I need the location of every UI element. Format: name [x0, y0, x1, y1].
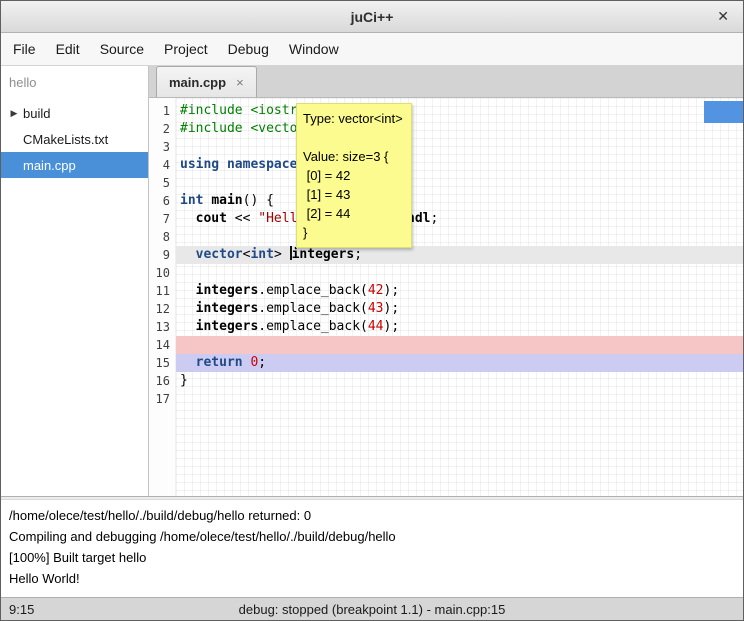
line-number[interactable]: 13 [149, 318, 175, 336]
code-line-4[interactable]: using namespace std; [176, 156, 743, 174]
app-window: juCi++ ✕ File Edit Source Project Debug … [0, 0, 744, 621]
line-number[interactable]: 9 [149, 246, 175, 264]
editor-pane: main.cpp × 1234567891011121314151617 #in… [149, 66, 743, 496]
tooltip-line: Type: vector<int> [303, 109, 405, 128]
tab-label: main.cpp [169, 75, 226, 90]
code-token: vector [196, 247, 243, 262]
tooltip-line: [1] = 43 [303, 185, 405, 204]
code-line-1[interactable]: #include <iostream> [176, 102, 743, 120]
menu-file[interactable]: File [3, 33, 46, 65]
tabbar: main.cpp × [149, 66, 743, 98]
code-line-2[interactable]: #include <vector> [176, 120, 743, 138]
code-line-13[interactable]: integers.emplace_back(44); [176, 318, 743, 336]
tree-item-build[interactable]: ▶ build [1, 100, 148, 126]
line-number[interactable]: 8 [149, 228, 175, 246]
tooltip-line: [2] = 44 [303, 204, 405, 223]
code-editor[interactable]: 1234567891011121314151617 #include <iost… [149, 98, 743, 496]
code-token: return [196, 355, 243, 370]
cursor-position: 9:15 [1, 602, 34, 617]
code-line-10[interactable] [176, 264, 743, 282]
statusbar: 9:15 debug: stopped (breakpoint 1.1) - m… [1, 597, 743, 620]
debug-status: debug: stopped (breakpoint 1.1) - main.c… [1, 602, 743, 617]
menu-debug[interactable]: Debug [218, 33, 279, 65]
terminal-output: /home/olece/test/hello/./build/debug/hel… [1, 500, 743, 597]
tab-main-cpp[interactable]: main.cpp × [156, 66, 257, 97]
code-token: int [180, 193, 203, 208]
menu-edit[interactable]: Edit [46, 33, 90, 65]
titlebar: juCi++ ✕ [1, 1, 743, 33]
code-line-12[interactable]: integers.emplace_back(43); [176, 300, 743, 318]
gutter: 1234567891011121314151617 [149, 98, 176, 496]
line-number[interactable]: 5 [149, 174, 175, 192]
menubar: File Edit Source Project Debug Window [1, 33, 743, 66]
code-line-7[interactable]: cout << "Hello World!" << endl; [176, 210, 743, 228]
code-token: integers [196, 319, 259, 334]
code-line-14[interactable] [176, 336, 743, 354]
code-line-8[interactable] [176, 228, 743, 246]
tooltip-line: } [303, 223, 405, 242]
code-token: main [211, 193, 242, 208]
line-number[interactable]: 3 [149, 138, 175, 156]
scrollbar-thumb[interactable] [704, 101, 743, 123]
line-number[interactable]: 7 [149, 210, 175, 228]
line-number[interactable]: 11 [149, 282, 175, 300]
line-number[interactable]: 12 [149, 300, 175, 318]
line-number[interactable]: 10 [149, 264, 175, 282]
line-number[interactable]: 16 [149, 372, 175, 390]
tree-item-label: main.cpp [23, 158, 76, 173]
code-line-9[interactable]: vector<int> integers; [176, 246, 743, 264]
code-token: integers [196, 301, 259, 316]
line-number[interactable]: 15 [149, 354, 175, 372]
code-line-16[interactable]: } [176, 372, 743, 390]
code-line-15[interactable]: return 0; [176, 354, 743, 372]
code-line-17[interactable] [176, 390, 743, 408]
code-token: using namespace [180, 157, 297, 172]
tree-item-cmakelists[interactable]: CMakeLists.txt [1, 126, 148, 152]
line-number[interactable]: 4 [149, 156, 175, 174]
line-number[interactable]: 1 [149, 102, 175, 120]
terminal-line: Hello World! [9, 568, 735, 589]
code-token: integers [292, 247, 355, 262]
tooltip-line [303, 128, 405, 147]
project-name: hello [1, 66, 148, 100]
window-title: juCi++ [351, 9, 394, 25]
menu-project[interactable]: Project [154, 33, 218, 65]
tab-close-icon[interactable]: × [236, 75, 244, 90]
code-line-6[interactable]: int main() { [176, 192, 743, 210]
code-line-3[interactable] [176, 138, 743, 156]
code-token: cout [196, 211, 227, 226]
close-icon[interactable]: ✕ [717, 1, 729, 32]
line-number[interactable]: 6 [149, 192, 175, 210]
expander-triangle-icon[interactable]: ▶ [7, 108, 21, 119]
code-token: 44 [368, 319, 384, 334]
line-number[interactable]: 2 [149, 120, 175, 138]
code-token: int [250, 247, 273, 262]
code-token: integers [196, 283, 259, 298]
line-number[interactable]: 17 [149, 390, 175, 408]
tooltip-line: [0] = 42 [303, 166, 405, 185]
menu-source[interactable]: Source [90, 33, 154, 65]
terminal-line: Compiling and debugging /home/olece/test… [9, 526, 735, 547]
line-number[interactable]: 14 [149, 336, 175, 354]
tree-item-label: build [23, 106, 50, 121]
code-token: #include [180, 103, 250, 118]
tree-item-label: CMakeLists.txt [23, 132, 108, 147]
terminal-line: /home/olece/test/hello/./build/debug/hel… [9, 505, 735, 526]
code-token: #include [180, 121, 250, 136]
tooltip-line: Value: size=3 { [303, 147, 405, 166]
code-line-5[interactable] [176, 174, 743, 192]
terminal-line: [100%] Built target hello [9, 547, 735, 568]
code-token: 43 [368, 301, 384, 316]
menu-window[interactable]: Window [279, 33, 349, 65]
file-tree-sidebar: hello ▶ build CMakeLists.txt main.cpp [1, 66, 149, 496]
debug-value-tooltip: Type: vector<int> Value: size=3 { [0] = … [296, 103, 412, 248]
tree-item-main-cpp[interactable]: main.cpp [1, 152, 148, 178]
main-area: hello ▶ build CMakeLists.txt main.cpp ma… [1, 66, 743, 496]
code-line-11[interactable]: integers.emplace_back(42); [176, 282, 743, 300]
code-token: 42 [368, 283, 384, 298]
code-area[interactable]: #include <iostream>#include <vector> usin… [176, 98, 743, 496]
